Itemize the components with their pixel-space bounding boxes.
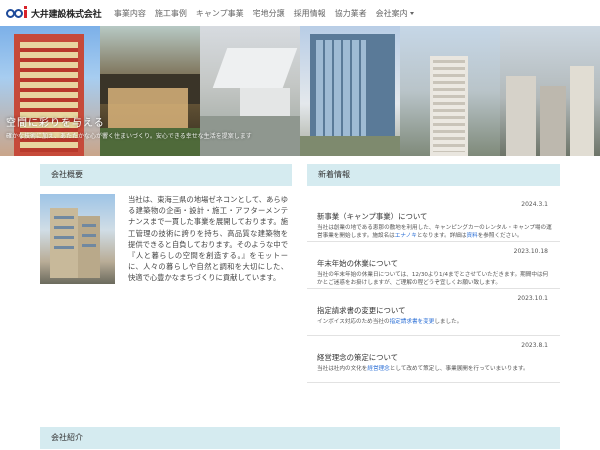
news-body-text: として改めて策定し、事業展開を行っていまいります。 xyxy=(389,366,529,372)
news-heading: 新着情報 xyxy=(307,164,560,186)
hero-banner: 空間に彩りを与える 確かな技術に加え、あたたかな心が響く住まいづくり。安心できる… xyxy=(0,26,600,156)
news-body: 当社は創業の地である恵那の敷地を利用した、キャンピングカーのレンタル・キャンプ場… xyxy=(317,224,553,240)
link-document[interactable]: 資料 xyxy=(467,233,478,239)
hero-subtitle: 確かな技術に加え、あたたかな心が響く住まいづくり。安心できる幸せな生活を提案しま… xyxy=(6,133,252,140)
news-body: 当社の年末年始の休業日については、12/30より1/4までとさせていただきます。… xyxy=(317,272,549,286)
company-logo xyxy=(6,6,28,20)
news-date: 2024.3.1 xyxy=(521,201,548,208)
about-text: 当社は、東海三県の地場ゼネコンとして、あらゆる建築物の企画・設計・施工・アフター… xyxy=(128,195,288,283)
nav-item-works[interactable]: 施工事例 xyxy=(150,8,191,19)
news-body: 当社は社内の文化を経営理念として改めて策定し、事業展開を行っていまいります。 xyxy=(317,365,553,373)
hero-title: 空間に彩りを与える xyxy=(6,118,105,129)
brand-link[interactable]: 大井建設株式会社 xyxy=(6,0,102,26)
news-body-text: を参照ください。 xyxy=(477,233,523,239)
hero-photo-apartment xyxy=(400,26,500,156)
nav-item-land[interactable]: 宅地分譲 xyxy=(248,8,289,19)
news-body-text: となります。詳細は xyxy=(416,233,467,239)
about-heading: 会社概要 xyxy=(40,164,292,186)
news-body-text: しました。 xyxy=(434,319,463,325)
link-philosophy[interactable]: 経営理念 xyxy=(367,366,389,372)
nav-dropdown-label: 会社案内 xyxy=(375,8,408,18)
news-body-text: インボイス対応のため当社の xyxy=(317,319,390,325)
nav-item-business[interactable]: 事業内容 xyxy=(109,8,150,19)
news-title: 年末年始の休業について xyxy=(317,259,399,268)
news-date: 2023.10.18 xyxy=(513,248,548,255)
hero-photo-office xyxy=(300,26,400,156)
intro-heading: 会社紹介 xyxy=(40,427,560,449)
news-date: 2023.10.1 xyxy=(517,295,548,302)
news-title: 経営理念の策定について xyxy=(317,353,399,362)
link-invoice[interactable]: 指定請求書を変更 xyxy=(390,319,435,325)
news-date: 2023.8.1 xyxy=(521,342,548,349)
top-navbar: 大井建設株式会社 事業内容 施工事例 キャンプ事業 宅地分譲 採用情報 協力業者… xyxy=(0,0,600,26)
nav-item-partners[interactable]: 協力業者 xyxy=(330,8,371,19)
news-title: 新事業（キャンプ事業）について xyxy=(317,212,428,221)
nav-menu: 事業内容 施工事例 キャンプ事業 宅地分譲 採用情報 協力業者 会社案内 xyxy=(109,8,418,19)
link-enanoki[interactable]: エナノキ xyxy=(395,233,417,239)
news-body-text: 当社は社内の文化を xyxy=(317,366,368,372)
nav-dropdown-company[interactable]: 会社案内 xyxy=(371,8,418,19)
hero-caption: 空間に彩りを与える 確かな技術に加え、あたたかな心が響く住まいづくり。安心できる… xyxy=(6,114,252,140)
news-item: 2024.3.1 新事業（キャンプ事業）について 当社は創業の地である恵那の敷地… xyxy=(307,195,560,242)
news-item: 2023.10.1 指定請求書の変更について インボイス対応のため当社の指定請求… xyxy=(307,289,560,336)
news-title: 指定請求書の変更について xyxy=(317,306,406,315)
brand-name: 大井建設株式会社 xyxy=(31,9,102,20)
news-item: 2023.10.18 年末年始の休業について 当社の年末年始の休業日については、… xyxy=(307,242,560,289)
news-list: 2024.3.1 新事業（キャンプ事業）について 当社は創業の地である恵那の敷地… xyxy=(307,195,560,383)
nav-item-recruit[interactable]: 採用情報 xyxy=(289,8,330,19)
company-building-photo xyxy=(40,194,115,284)
nav-item-camp[interactable]: キャンプ事業 xyxy=(191,8,248,19)
news-body: インボイス対応のため当社の指定請求書を変更しました。 xyxy=(317,318,553,326)
hero-photo-city xyxy=(500,26,600,156)
caret-down-icon xyxy=(409,11,414,15)
news-item: 2023.8.1 経営理念の策定について 当社は社内の文化を経営理念として改めて… xyxy=(307,336,560,383)
